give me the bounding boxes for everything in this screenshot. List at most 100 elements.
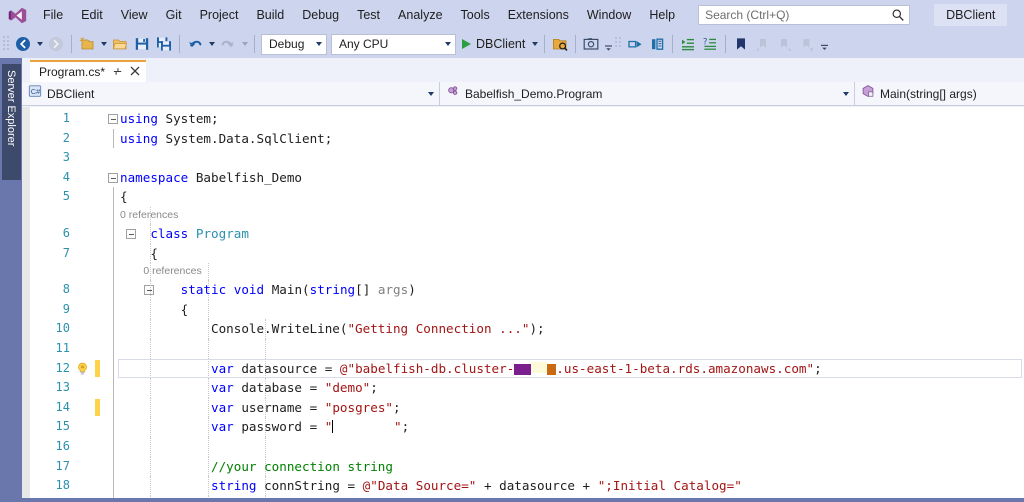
- code-text[interactable]: var username = "posgres";: [120, 398, 1024, 418]
- line-number: 17: [55, 458, 70, 473]
- code-text[interactable]: var datasource = @"babelfish-db.cluster-…: [120, 359, 1024, 379]
- editor-shell: Program.cs* C# DBClient Babelfish_Demo.P…: [22, 58, 1024, 502]
- navigate-forward-button[interactable]: [45, 33, 67, 55]
- new-project-button[interactable]: [76, 33, 98, 55]
- save-all-button[interactable]: [153, 33, 175, 55]
- code-text[interactable]: using System.Data.SqlClient;: [120, 129, 1024, 149]
- toggle-bookmark-button[interactable]: [730, 33, 752, 55]
- menu-item-help[interactable]: Help: [640, 0, 684, 30]
- code-token: Babelfish_Demo: [188, 169, 302, 185]
- navigate-backward-button[interactable]: [12, 33, 34, 55]
- code-text[interactable]: {: [120, 187, 1024, 207]
- menu-item-extensions[interactable]: Extensions: [499, 0, 578, 30]
- menu-item-build[interactable]: Build: [247, 0, 293, 30]
- outlining-vertical-line: [113, 128, 114, 149]
- class-icon: [446, 84, 460, 103]
- solution-configuration-combo[interactable]: Debug: [261, 33, 327, 55]
- code-token: "Getting Connection ...": [347, 321, 530, 337]
- menu-item-test[interactable]: Test: [348, 0, 389, 30]
- navbar-member-combo[interactable]: Main(string[] args): [855, 82, 1024, 105]
- increase-indent-button[interactable]: [677, 33, 699, 55]
- csharp-project-icon: C#: [28, 84, 42, 103]
- sidebar-item-server-explorer[interactable]: Server Explorer: [2, 64, 21, 180]
- code-text[interactable]: var database = "demo";: [120, 378, 1024, 398]
- code-token: ";Initial Catalog=": [597, 478, 742, 494]
- navigate-backward-dropdown-icon[interactable]: [34, 33, 45, 55]
- previous-bookmark-button[interactable]: [752, 33, 774, 55]
- code-line-row: 15 var password = " ";: [22, 417, 1024, 437]
- pin-icon[interactable]: [112, 66, 123, 79]
- code-token: System.Data.SqlClient;: [157, 130, 333, 146]
- toolbar-separator: [254, 35, 255, 53]
- menu-item-tools[interactable]: Tools: [452, 0, 499, 30]
- code-text[interactable]: {: [120, 244, 1024, 264]
- toolbar-overflow-button[interactable]: [818, 33, 830, 55]
- visual-studio-logo-icon: [0, 0, 34, 30]
- toolbar-grip[interactable]: [614, 35, 624, 53]
- start-debug-button[interactable]: DBClient: [458, 33, 529, 55]
- search-input[interactable]: Search (Ctrl+Q): [705, 8, 891, 22]
- code-text[interactable]: using System;: [120, 109, 1024, 129]
- code-text[interactable]: {: [120, 300, 1024, 320]
- search-box[interactable]: Search (Ctrl+Q): [698, 5, 911, 25]
- navbar-type-combo[interactable]: Babelfish_Demo.Program: [440, 82, 855, 105]
- code-text[interactable]: string connString = @"Data Source=" + da…: [120, 476, 1024, 496]
- undo-dropdown-icon[interactable]: [206, 33, 217, 55]
- step-over-button[interactable]: [646, 33, 668, 55]
- line-number: 4: [62, 169, 70, 184]
- comment-selection-button[interactable]: ?: [699, 33, 721, 55]
- line-number: 8: [62, 282, 70, 297]
- code-text[interactable]: //your connection string: [120, 457, 1024, 477]
- screenshot-overflow-icon[interactable]: [602, 33, 614, 55]
- menu-item-debug[interactable]: Debug: [293, 0, 348, 30]
- toolbar-grip[interactable]: [2, 35, 12, 53]
- collapse-outline-icon[interactable]: [108, 172, 118, 183]
- code-text[interactable]: var password = " ";: [120, 417, 1024, 437]
- menu-item-project[interactable]: Project: [191, 0, 248, 30]
- code-line-row: 4 namespace Babelfish_Demo: [22, 168, 1024, 188]
- codelens-references[interactable]: 0 references: [120, 207, 178, 224]
- code-token: var: [211, 419, 234, 435]
- menu-item-git[interactable]: Git: [157, 0, 191, 30]
- collapse-outline-icon[interactable]: [108, 114, 118, 124]
- codelens-references[interactable]: 0 references: [120, 263, 201, 280]
- menu-item-analyze[interactable]: Analyze: [389, 0, 451, 30]
- redo-button[interactable]: [217, 33, 239, 55]
- code-text[interactable]: namespace Babelfish_Demo: [120, 168, 1024, 188]
- document-tab-program-cs[interactable]: Program.cs*: [30, 60, 147, 82]
- menu-item-edit[interactable]: Edit: [72, 0, 112, 30]
- code-text[interactable]: class Program: [120, 224, 1024, 244]
- code-editor[interactable]: 1 using System; 2 using System.Data.SqlClie…: [22, 107, 1024, 502]
- new-project-dropdown-icon[interactable]: [98, 33, 109, 55]
- step-into-button[interactable]: [624, 33, 646, 55]
- menu-item-view[interactable]: View: [112, 0, 157, 30]
- attach-to-process-button[interactable]: [549, 33, 571, 55]
- next-bookmark-button[interactable]: [774, 33, 796, 55]
- menu-item-file[interactable]: File: [34, 0, 72, 30]
- solution-platform-combo[interactable]: Any CPU: [331, 33, 456, 55]
- redo-dropdown-icon[interactable]: [239, 33, 250, 55]
- clear-bookmarks-button[interactable]: [796, 33, 818, 55]
- save-button[interactable]: [131, 33, 153, 55]
- code-line-row: 14 var username = "posgres";: [22, 397, 1024, 418]
- open-file-button[interactable]: [109, 33, 131, 55]
- code-text[interactable]: static void Main(string[] args): [120, 280, 1024, 300]
- lightbulb-icon[interactable]: [76, 362, 89, 376]
- code-text[interactable]: Console.WriteLine("Getting Connection ..…: [120, 319, 1024, 339]
- chevron-down-icon: [843, 91, 849, 96]
- navbar-project-combo[interactable]: C# DBClient: [22, 82, 440, 105]
- chevron-down-icon: [428, 91, 434, 96]
- menu-item-window[interactable]: Window: [578, 0, 640, 30]
- code-token: .us-east-1-beta.rds.amazonaws.com": [556, 360, 815, 376]
- close-icon[interactable]: [130, 66, 140, 78]
- screenshot-tool-button[interactable]: [580, 33, 602, 55]
- undo-button[interactable]: [184, 33, 206, 55]
- code-line-row: 2 using System.Data.SqlClient;: [22, 128, 1024, 149]
- code-line-row: 7 {: [22, 243, 1024, 264]
- start-debug-dropdown-icon[interactable]: [529, 33, 540, 55]
- redaction-block: [514, 363, 532, 375]
- line-number: 9: [62, 301, 70, 316]
